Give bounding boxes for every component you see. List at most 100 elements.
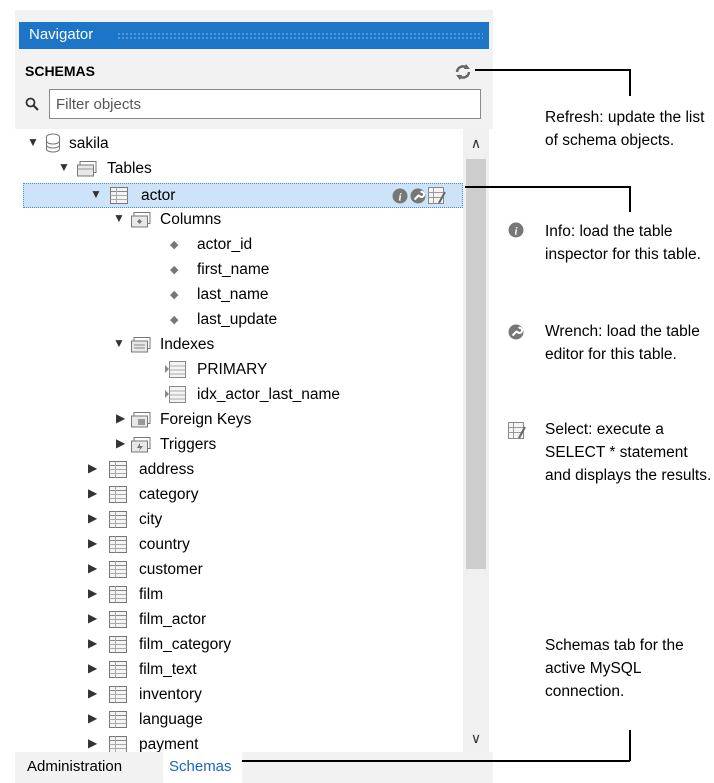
tree-node-table[interactable]: ▶ city: [15, 508, 463, 533]
tree-node-table[interactable]: ▶ film_text: [15, 658, 463, 683]
table-name: actor: [141, 187, 176, 204]
column-name: last_update: [197, 311, 278, 328]
column-item[interactable]: ◆ actor_id: [15, 233, 463, 258]
expand-right-icon[interactable]: ▶: [88, 486, 97, 500]
tab-schemas[interactable]: Schemas: [163, 752, 242, 783]
column-name: actor_id: [197, 236, 253, 253]
info-note: Info: load the table inspector for this …: [545, 223, 701, 263]
table-icon: [109, 711, 127, 728]
expand-down-icon[interactable]: ▼: [90, 187, 102, 201]
column-name: last_name: [197, 286, 269, 303]
index-name: PRIMARY: [197, 361, 268, 378]
expand-right-icon[interactable]: ▶: [88, 661, 97, 675]
select-note: Select: execute a SELECT * statement and…: [545, 421, 712, 484]
table-icon: [109, 461, 127, 478]
table-name: film: [139, 586, 164, 603]
tree-node-table[interactable]: ▶ inventory: [15, 683, 463, 708]
expand-down-icon[interactable]: ▼: [27, 135, 39, 149]
table-icon: [109, 486, 127, 503]
expand-right-icon[interactable]: ▶: [88, 561, 97, 575]
navigator-titlebar: Navigator: [19, 22, 489, 49]
tree-node-schema[interactable]: ▼ sakila: [15, 132, 463, 157]
wrench-icon[interactable]: [410, 188, 426, 204]
tree-node-table[interactable]: ▶ film_category: [15, 633, 463, 658]
index-item[interactable]: PRIMARY: [15, 358, 463, 383]
expand-right-icon[interactable]: ▶: [88, 536, 97, 550]
database-icon: [46, 133, 60, 153]
tree-node-triggers[interactable]: ▶ Triggers: [15, 433, 463, 458]
table-icon: [109, 736, 127, 752]
expand-right-icon[interactable]: ▶: [88, 736, 97, 750]
expand-right-icon[interactable]: ▶: [88, 611, 97, 625]
table-name: customer: [139, 561, 203, 578]
tree-node-indexes[interactable]: ▼ Indexes: [15, 333, 463, 358]
expand-right-icon[interactable]: ▶: [88, 636, 97, 650]
expand-down-icon[interactable]: ▼: [113, 211, 125, 225]
info-icon[interactable]: i: [392, 188, 408, 204]
table-name: address: [139, 461, 195, 478]
schemas-tab-callout-line: [242, 760, 630, 762]
column-item[interactable]: ◆ first_name: [15, 258, 463, 283]
expand-right-icon[interactable]: ▶: [88, 586, 97, 600]
table-icon: [109, 686, 127, 703]
wrench-icon: [508, 324, 524, 340]
expand-right-icon[interactable]: ▶: [88, 461, 97, 475]
tree-node-table[interactable]: ▶ payment: [15, 733, 463, 752]
tree-node-table[interactable]: ▶ country: [15, 533, 463, 558]
indexes-folder-icon: [131, 337, 151, 353]
tree-node-table[interactable]: ▶ language: [15, 708, 463, 733]
scroll-up-icon[interactable]: ∧: [463, 135, 489, 153]
refresh-icon[interactable]: [452, 61, 474, 83]
select-rows-icon: [508, 422, 526, 439]
column-diamond-icon: ◆: [170, 239, 179, 251]
expand-down-icon[interactable]: ▼: [58, 160, 70, 174]
column-item[interactable]: ◆ last_name: [15, 283, 463, 308]
tree-node-table[interactable]: ▶ film: [15, 583, 463, 608]
column-diamond-icon: ◆: [170, 264, 179, 276]
scroll-down-icon[interactable]: ∨: [463, 730, 489, 748]
tree-node-tables[interactable]: ▼ Tables: [15, 157, 463, 182]
schema-tree[interactable]: ▼ sakila ▼ Tables ▼ actor i ▼ Columns ◆ …: [15, 129, 493, 752]
refresh-note: Refresh: update the list of schema objec…: [545, 109, 705, 149]
tab-administration[interactable]: Administration: [27, 758, 122, 775]
tree-node-table-actor[interactable]: ▼ actor i: [23, 183, 463, 208]
triggers-folder-icon: [131, 437, 151, 453]
foreign-keys-folder-icon: [131, 412, 151, 428]
table-icon: [109, 661, 127, 678]
tree-node-foreign-keys[interactable]: ▶ Foreign Keys: [15, 408, 463, 433]
columns-label: Columns: [160, 211, 222, 228]
index-name: idx_actor_last_name: [197, 386, 341, 403]
indexes-label: Indexes: [160, 336, 215, 353]
expand-down-icon[interactable]: ▼: [113, 336, 125, 350]
expand-right-icon[interactable]: ▶: [116, 411, 125, 425]
column-diamond-icon: ◆: [170, 289, 179, 301]
schema-name: sakila: [69, 135, 109, 152]
expand-right-icon[interactable]: ▶: [88, 711, 97, 725]
select-rows-icon[interactable]: [428, 187, 446, 204]
tree-node-table[interactable]: ▶ address: [15, 458, 463, 483]
tree-node-table[interactable]: ▶ customer: [15, 558, 463, 583]
expand-right-icon[interactable]: ▶: [116, 436, 125, 450]
actor-callout-line: [465, 186, 630, 188]
table-name: category: [139, 486, 199, 503]
table-name: country: [139, 536, 190, 553]
scroll-thumb[interactable]: [466, 159, 486, 569]
index-item[interactable]: idx_actor_last_name: [15, 383, 463, 408]
table-name: film_text: [139, 661, 197, 678]
navigator-panel: Navigator SCHEMAS ▼ sakila ▼: [15, 10, 493, 783]
tree-node-table[interactable]: ▶ category: [15, 483, 463, 508]
tree-node-table[interactable]: ▶ film_actor: [15, 608, 463, 633]
table-icon: [109, 586, 127, 603]
table-icon: [109, 611, 127, 628]
filter-objects-input[interactable]: [49, 89, 481, 119]
table-icon: [109, 511, 127, 528]
search-icon: [25, 97, 39, 111]
table-name: film_actor: [139, 611, 207, 628]
tree-node-columns[interactable]: ▼ Columns: [15, 208, 463, 233]
table-icon: [109, 636, 127, 653]
column-item[interactable]: ◆ last_update: [15, 308, 463, 333]
expand-right-icon[interactable]: ▶: [88, 686, 97, 700]
expand-right-icon[interactable]: ▶: [88, 511, 97, 525]
refresh-callout-line: [475, 69, 630, 71]
tree-scrollbar[interactable]: ∧ ∨: [463, 129, 489, 752]
